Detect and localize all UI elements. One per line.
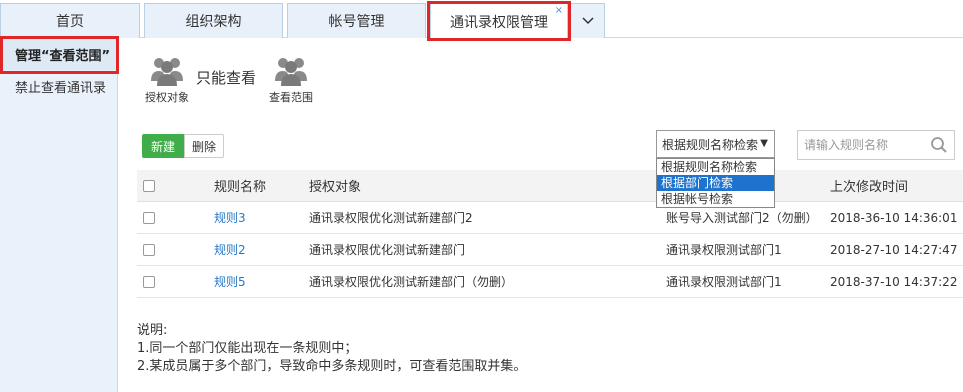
tab-label: 首页 bbox=[56, 14, 84, 30]
dropdown-option[interactable]: 根据帐号检索 bbox=[657, 191, 774, 207]
column-header: 上次修改时间 bbox=[830, 180, 909, 195]
tab-more-button[interactable] bbox=[570, 3, 605, 38]
modified-time-cell: 2018-36-10 14:36:01 bbox=[830, 210, 958, 225]
table-row: 规则2 通讯录权限优化测试新建部门 通讯录权限测试部门1 2018-27-10 … bbox=[137, 234, 963, 266]
table-header: 规则名称 授权对象 上次修改时间 bbox=[137, 170, 963, 202]
search-box bbox=[797, 130, 955, 160]
tab-bar: 首页 组织架构 帐号管理 通讯录权限管理 × bbox=[0, 0, 963, 39]
row-checkbox[interactable] bbox=[143, 202, 155, 233]
modified-time-cell: 2018-37-10 14:37:22 bbox=[830, 274, 958, 289]
tab-contacts-permission[interactable]: 通讯录权限管理 × bbox=[430, 3, 568, 39]
table-row: 规则3 通讯录权限优化测试新建部门2 账号导入测试部门2（勿删） 2018-36… bbox=[137, 202, 963, 234]
notes-line: 1.同一个部门仅能出现在一条规则中； bbox=[137, 341, 358, 356]
scope-cell: 通讯录权限测试部门1 bbox=[666, 243, 782, 257]
search-type-value: 根据规则名称检索 bbox=[662, 137, 759, 152]
tab-label: 帐号管理 bbox=[328, 14, 385, 30]
sidebar-item-label: 禁止查看通讯录 bbox=[15, 80, 107, 96]
search-type-select[interactable]: 根据规则名称检索 ▼ bbox=[656, 130, 775, 158]
scope-label: 查看范围 bbox=[269, 91, 313, 104]
row-checkbox[interactable] bbox=[143, 266, 155, 297]
sidebar-item-label: 管理“查看范围” bbox=[15, 48, 111, 64]
grantee-block: 授权对象 bbox=[141, 55, 193, 105]
column-header: 规则名称 bbox=[214, 180, 267, 195]
sidebar: 管理“查看范围” 禁止查看通讯录 bbox=[0, 38, 118, 392]
column-header: 授权对象 bbox=[309, 180, 362, 195]
table-row: 规则5 通讯录权限优化测试新建部门（勿删） 通讯录权限测试部门1 2018-37… bbox=[137, 266, 963, 298]
grantee-cell: 通讯录权限优化测试新建部门2 bbox=[309, 211, 473, 225]
caret-down-icon: ▼ bbox=[760, 138, 768, 149]
dropdown-option[interactable]: 根据规则名称检索 bbox=[657, 159, 774, 175]
users-icon bbox=[275, 58, 307, 86]
tab-account-management[interactable]: 帐号管理 bbox=[287, 3, 426, 38]
tab-label: 组织架构 bbox=[185, 14, 242, 30]
dropdown-option[interactable]: 根据部门检索 bbox=[657, 175, 774, 191]
rule-name-link[interactable]: 规则5 bbox=[214, 266, 246, 297]
rules-table: 规则名称 授权对象 上次修改时间 规则3 通讯录权限优化测试新建部门2 账号导入… bbox=[137, 170, 963, 298]
rule-name-link[interactable]: 规则3 bbox=[214, 202, 246, 233]
grantee-cell: 通讯录权限优化测试新建部门（勿删） bbox=[309, 275, 514, 289]
search-icon[interactable] bbox=[930, 136, 948, 158]
rule-name-link[interactable]: 规则2 bbox=[214, 234, 246, 265]
only-view-label: 只能查看 bbox=[196, 69, 257, 87]
sidebar-item-block-contacts[interactable]: 禁止查看通讯录 bbox=[0, 70, 118, 102]
search-input[interactable] bbox=[798, 131, 928, 159]
notes-line: 2.某成员属于多个部门，导致命中多条规则时，可查看范围取并集。 bbox=[137, 359, 527, 374]
row-checkbox[interactable] bbox=[143, 234, 155, 265]
sidebar-item-manage-scope[interactable]: 管理“查看范围” bbox=[0, 38, 118, 70]
select-all-checkbox[interactable] bbox=[143, 170, 155, 201]
users-icon bbox=[151, 58, 183, 86]
modified-time-cell: 2018-27-10 14:27:47 bbox=[830, 242, 958, 257]
tab-home[interactable]: 首页 bbox=[0, 3, 140, 38]
search-type-dropdown: 根据规则名称检索 根据部门检索 根据帐号检索 bbox=[656, 158, 775, 208]
tab-label: 通讯录权限管理 bbox=[450, 14, 548, 31]
scope-cell: 通讯录权限测试部门1 bbox=[666, 275, 782, 289]
grantee-label: 授权对象 bbox=[145, 91, 189, 104]
scope-block: 查看范围 bbox=[265, 55, 317, 105]
chevron-down-icon bbox=[581, 17, 594, 25]
app-root: 首页 组织架构 帐号管理 通讯录权限管理 × 管理“查看范围” 禁止查看通讯录 bbox=[0, 0, 963, 392]
notes-title: 说明: bbox=[137, 323, 168, 338]
delete-button[interactable]: 删除 bbox=[184, 134, 224, 158]
close-icon[interactable]: × bbox=[555, 5, 563, 16]
new-button[interactable]: 新建 bbox=[142, 134, 184, 158]
notes: 说明: 1.同一个部门仅能出现在一条规则中； 2.某成员属于多个部门，导致命中多… bbox=[137, 322, 526, 376]
grantee-cell: 通讯录权限优化测试新建部门 bbox=[309, 243, 466, 257]
tab-org-structure[interactable]: 组织架构 bbox=[144, 3, 283, 38]
